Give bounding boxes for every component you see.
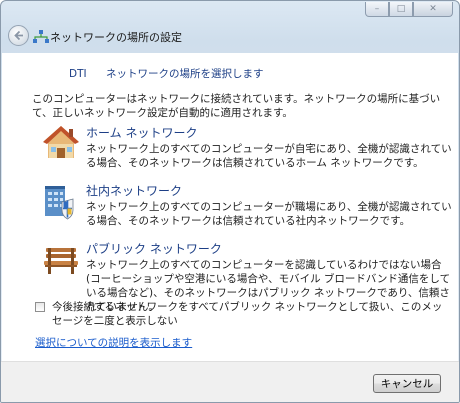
option-work-title: 社内ネットワーク [86,184,183,198]
back-arrow-icon [14,30,23,41]
dialog-footer: キャンセル [1,361,459,402]
option-home-title: ホーム ネットワーク [86,126,198,140]
option-home-description: ネットワーク上のすべてのコンピューターが自宅にあり、全機が認識されている場合、そ… [86,143,452,169]
window-title: ネットワークの場所の設定 [50,31,182,44]
maximize-button[interactable]: □ [389,2,413,17]
network-location-dialog: – □ ✕ ネットワークの場所の設定 DTI ネットワークの場所を選択します こ… [0,0,460,403]
option-work-network[interactable]: 社内ネットワーク ネットワーク上のすべてのコンピューターが職場にあり、全機が認識… [42,182,452,232]
page-instruction: ネットワークの場所を選択します [105,68,264,80]
network-icon [33,30,49,43]
treat-all-public-label[interactable]: 今後接続するネットワークをすべてパブリック ネットワークとして扱い、このメッセー… [52,300,452,328]
description-text: このコンピューターはネットワークに接続されています。ネットワークの場所に基づいて… [32,93,441,119]
explain-choices-link[interactable]: 選択についての説明を表示します [35,335,192,350]
house-icon [43,126,79,158]
back-button[interactable] [8,25,29,46]
caption-buttons: – □ ✕ [365,2,453,17]
option-home-network[interactable]: ホーム ネットワーク ネットワーク上のすべてのコンピューターが自宅にあり、全機が… [42,124,452,174]
treat-all-public-checkbox[interactable] [35,302,45,312]
cancel-button[interactable]: キャンセル [373,374,441,393]
network-name: DTI [69,68,87,80]
title-bar: – □ ✕ [1,1,459,21]
close-button[interactable]: ✕ [413,2,453,17]
navigation-bar: ネットワークの場所の設定 [1,21,459,51]
park-bench-icon [44,248,78,274]
minimize-button[interactable]: – [365,2,389,17]
option-work-description: ネットワーク上のすべてのコンピューターが職場にあり、全機が認識されている場合、そ… [86,201,452,227]
page-header: DTI ネットワークの場所を選択します [69,66,279,81]
option-public-title: パブリック ネットワーク [86,242,222,256]
office-building-icon [45,186,74,220]
main-content: DTI ネットワークの場所を選択します このコンピューターはネットワークに接続さ… [2,53,458,361]
option-public-network[interactable]: パブリック ネットワーク ネットワーク上のすべてのコンピューターを認識しているわ… [42,240,452,313]
